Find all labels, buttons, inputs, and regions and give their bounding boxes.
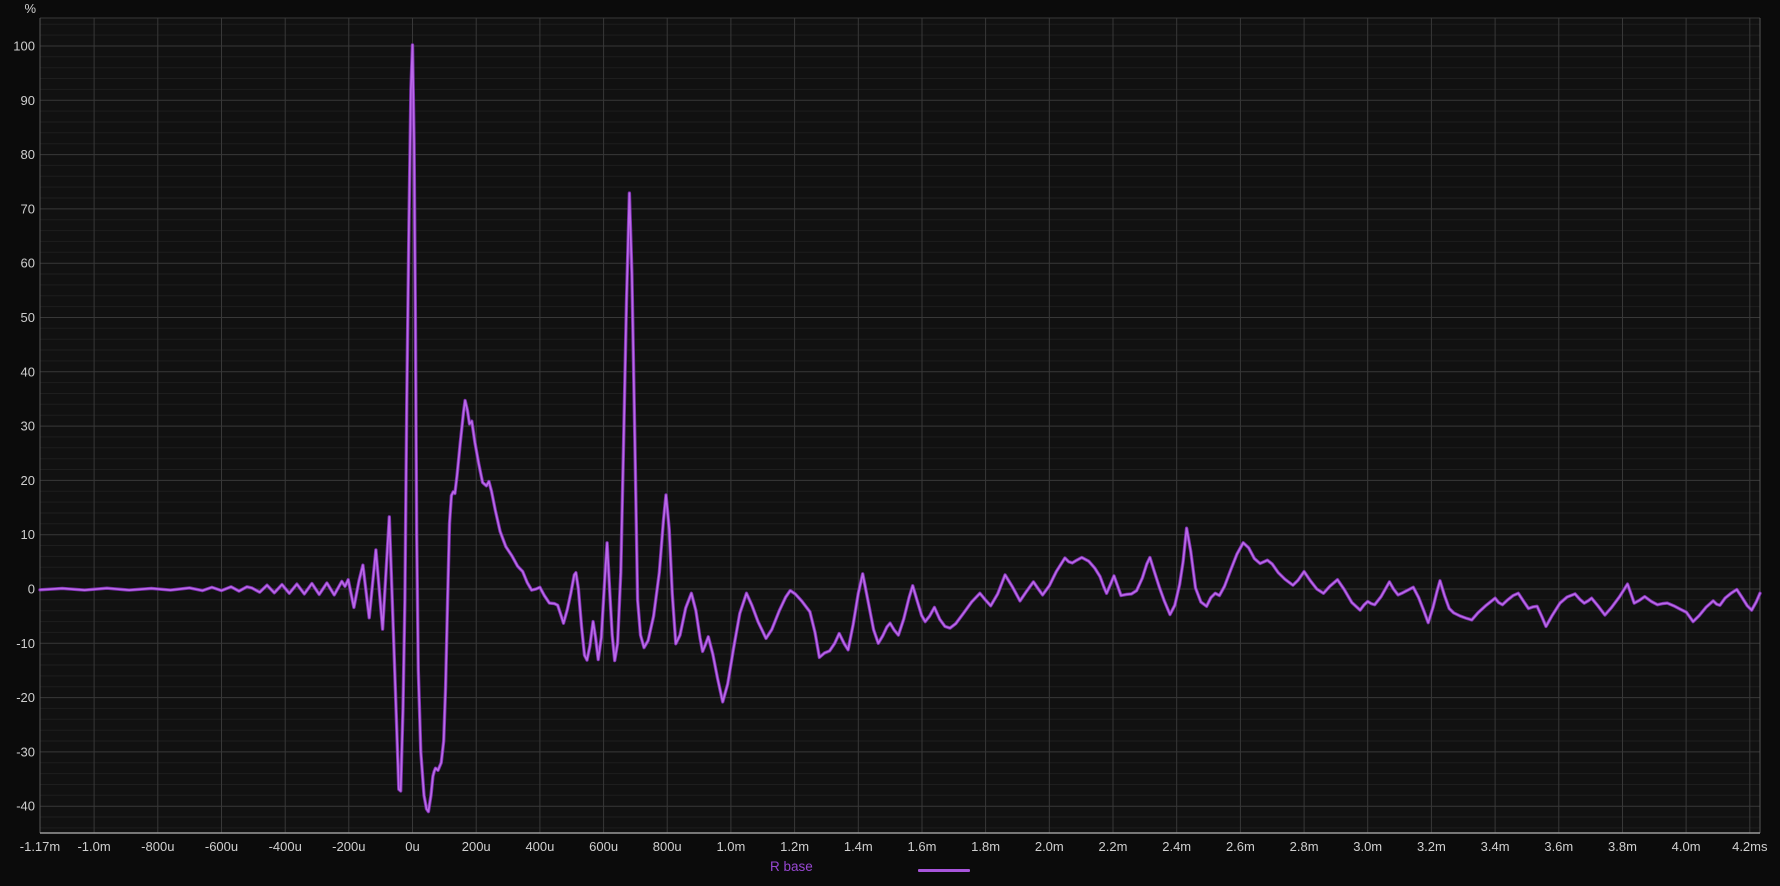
svg-text:20: 20 [21, 473, 35, 488]
svg-text:10: 10 [21, 527, 35, 542]
svg-text:70: 70 [21, 201, 35, 216]
svg-text:4.0m: 4.0m [1672, 839, 1701, 854]
y-axis-labels: 1009080706050403020100-10-20-30-40 [13, 39, 35, 814]
svg-text:3.0m: 3.0m [1353, 839, 1382, 854]
svg-text:30: 30 [21, 419, 35, 434]
svg-text:-30: -30 [16, 744, 35, 759]
svg-text:40: 40 [21, 364, 35, 379]
svg-text:-1.0m: -1.0m [77, 839, 110, 854]
svg-text:1.6m: 1.6m [908, 839, 937, 854]
svg-text:90: 90 [21, 93, 35, 108]
svg-text:2.2m: 2.2m [1099, 839, 1128, 854]
svg-text:-200u: -200u [332, 839, 365, 854]
svg-text:2.6m: 2.6m [1226, 839, 1255, 854]
x-axis-labels: -1.17m -1.0m -800u -600u -400u -200u 0u 200u 400… [20, 839, 1768, 854]
svg-text:2.8m: 2.8m [1290, 839, 1319, 854]
svg-text:3.8m: 3.8m [1608, 839, 1637, 854]
svg-text:200u: 200u [462, 839, 491, 854]
svg-text:800u: 800u [653, 839, 682, 854]
svg-text:100: 100 [13, 39, 35, 54]
svg-text:2.0m: 2.0m [1035, 839, 1064, 854]
svg-text:400u: 400u [525, 839, 554, 854]
svg-text:4.2ms: 4.2ms [1732, 839, 1768, 854]
plot-area[interactable] [40, 18, 1760, 833]
svg-text:1.4m: 1.4m [844, 839, 873, 854]
svg-text:-600u: -600u [205, 839, 238, 854]
svg-text:80: 80 [21, 147, 35, 162]
svg-text:-800u: -800u [141, 839, 174, 854]
svg-text:2.4m: 2.4m [1162, 839, 1191, 854]
svg-text:0u: 0u [405, 839, 419, 854]
svg-text:3.2m: 3.2m [1417, 839, 1446, 854]
legend-line-swatch[interactable] [918, 869, 970, 872]
svg-text:1.2m: 1.2m [780, 839, 809, 854]
impulse-response-graph-panel: 100 90 80 70 60 50 40 30 20 10 0 -10 -20 -30 -40 -1.17m… [0, 0, 1780, 886]
impulse-response-chart[interactable]: 1009080706050403020100-10-20-30-40-1.17m… [0, 0, 1780, 886]
svg-text:-1.17m: -1.17m [20, 839, 60, 854]
y-axis-unit-label: % [24, 1, 36, 16]
svg-text:50: 50 [21, 310, 35, 325]
svg-text:1.0m: 1.0m [716, 839, 745, 854]
svg-text:600u: 600u [589, 839, 618, 854]
svg-text:-10: -10 [16, 636, 35, 651]
svg-text:3.6m: 3.6m [1544, 839, 1573, 854]
svg-text:60: 60 [21, 256, 35, 271]
svg-text:-400u: -400u [269, 839, 302, 854]
svg-text:3.4m: 3.4m [1481, 839, 1510, 854]
svg-text:-40: -40 [16, 799, 35, 814]
svg-text:-20: -20 [16, 690, 35, 705]
legend-trace-label[interactable]: R base [770, 859, 813, 874]
svg-text:1.8m: 1.8m [971, 839, 1000, 854]
svg-text:0: 0 [28, 582, 35, 597]
